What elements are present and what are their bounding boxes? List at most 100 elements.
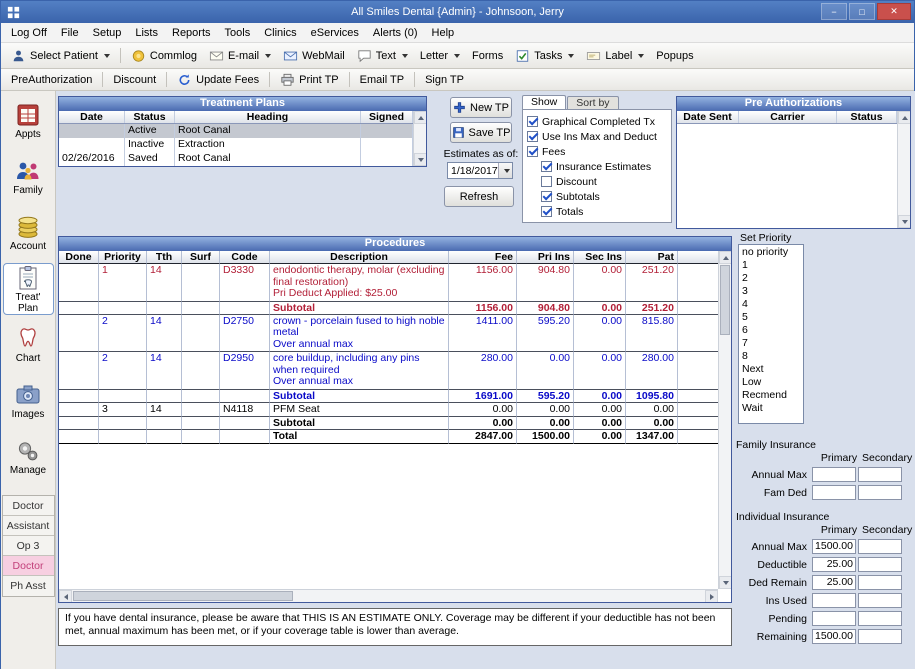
scroll-down-arrow[interactable] <box>719 576 732 589</box>
priority-option-next[interactable]: Next <box>739 363 803 376</box>
procedure-row[interactable]: 214D2750crown - porcelain fused to high … <box>59 315 718 353</box>
toolbar-button-commlog[interactable]: Commlog <box>125 47 203 65</box>
toolbar-button-webmail[interactable]: WebMail <box>277 47 351 65</box>
toolbar-button-label[interactable]: Label <box>580 47 650 65</box>
tab-sort-by[interactable]: Sort by <box>567 96 618 110</box>
checkbox-option-subtotals[interactable]: Subtotals <box>527 189 667 204</box>
column-header-pat[interactable]: Pat <box>626 251 678 264</box>
checkbox-icon[interactable] <box>541 161 552 172</box>
scroll-down-arrow[interactable] <box>898 215 911 228</box>
toolbar-button-discount[interactable]: Discount <box>107 72 162 88</box>
minimize-button[interactable]: − <box>821 3 847 20</box>
insurance-value-primary[interactable]: 25.00 <box>812 557 856 572</box>
priority-option-wait[interactable]: Wait <box>739 402 803 415</box>
estimates-date-picker[interactable]: 1/18/2017 <box>447 162 513 179</box>
insurance-value-primary[interactable]: 25.00 <box>812 575 856 590</box>
dropdown-arrow-icon[interactable] <box>265 54 271 58</box>
priority-option-3[interactable]: 3 <box>739 285 803 298</box>
menu-item-clinics[interactable]: Clinics <box>257 24 303 42</box>
total-row[interactable]: Total2847.001500.000.001347.00 <box>59 430 718 444</box>
priority-option-1[interactable]: 1 <box>739 259 803 272</box>
staff-button-ph-asst[interactable]: Ph Asst <box>3 576 54 596</box>
column-header-surf[interactable]: Surf <box>182 251 220 264</box>
dropdown-arrow-icon[interactable] <box>568 54 574 58</box>
column-header-tth[interactable]: Tth <box>147 251 182 264</box>
toolbar-button-letter[interactable]: Letter <box>414 48 466 64</box>
checkbox-icon[interactable] <box>527 146 538 157</box>
toolbar-button-email-tp[interactable]: Email TP <box>354 72 410 88</box>
column-header-heading[interactable]: Heading <box>175 111 361 123</box>
new-tp-button[interactable]: New TP <box>450 97 512 118</box>
checkbox-icon[interactable] <box>541 191 552 202</box>
save-tp-button[interactable]: Save TP <box>450 122 512 143</box>
checkbox-icon[interactable] <box>527 116 538 127</box>
menu-item-alerts-0[interactable]: Alerts (0) <box>366 24 425 42</box>
insurance-value-primary[interactable] <box>812 593 856 608</box>
checkbox-option-insurance-estimates[interactable]: Insurance Estimates <box>527 159 667 174</box>
menu-item-reports[interactable]: Reports <box>165 24 218 42</box>
checkbox-icon[interactable] <box>541 176 552 187</box>
staff-button-doctor[interactable]: Doctor <box>3 556 54 576</box>
sidebar-module-account[interactable]: Account <box>3 207 54 259</box>
priority-option-no-priority[interactable]: no priority <box>739 246 803 259</box>
toolbar-button-update-fees[interactable]: Update Fees <box>171 71 265 89</box>
column-header-date[interactable]: Date <box>59 111 125 123</box>
insurance-value-secondary[interactable] <box>858 467 902 482</box>
column-header-carrier[interactable]: Carrier <box>739 111 837 123</box>
toolbar-button-popups[interactable]: Popups <box>650 48 699 64</box>
toolbar-button-tasks[interactable]: Tasks <box>509 47 580 65</box>
treatment-plan-row[interactable]: ActiveRoot Canal <box>59 124 426 138</box>
procedure-row[interactable]: 114D3330endodontic therapy, molar (exclu… <box>59 264 718 302</box>
pre-authorizations-scrollbar[interactable] <box>897 111 910 228</box>
staff-button-doctor[interactable]: Doctor <box>3 496 54 516</box>
procedure-row[interactable]: 314N4118PFM Seat0.000.000.000.00 <box>59 403 718 418</box>
insurance-value-secondary[interactable] <box>858 485 902 500</box>
checkbox-option-graphical-completed-tx[interactable]: Graphical Completed Tx <box>527 114 667 129</box>
priority-option-8[interactable]: 8 <box>739 350 803 363</box>
close-button[interactable]: ✕ <box>877 3 911 20</box>
scrollbar-thumb[interactable] <box>720 265 730 335</box>
scroll-up-arrow[interactable] <box>898 111 911 124</box>
sidebar-module-images[interactable]: Images <box>3 375 54 427</box>
sidebar-module-family[interactable]: Family <box>3 151 54 203</box>
toolbar-button-print-tp[interactable]: Print TP <box>274 71 345 89</box>
toolbar-button-select-patient[interactable]: Select Patient <box>5 47 116 65</box>
scroll-left-arrow[interactable] <box>59 590 72 603</box>
toolbar-button-e-mail[interactable]: E-mail <box>203 47 277 65</box>
column-header-sec-ins[interactable]: Sec Ins <box>574 251 626 264</box>
column-header-fee[interactable]: Fee <box>449 251 517 264</box>
column-header-priority[interactable]: Priority <box>99 251 147 264</box>
procedures-horizontal-scrollbar[interactable] <box>59 589 718 602</box>
subtotal-row[interactable]: Subtotal1691.00595.200.001095.80 <box>59 390 718 403</box>
menu-item-file[interactable]: File <box>54 24 86 42</box>
insurance-value-secondary[interactable] <box>858 575 902 590</box>
column-header-signed[interactable]: Signed <box>361 111 413 123</box>
treatment-plans-scrollbar[interactable] <box>413 111 426 166</box>
treatment-plan-row[interactable]: 02/26/2016SavedRoot Canal <box>59 152 426 166</box>
dropdown-arrow-icon[interactable] <box>104 54 110 58</box>
column-header-status[interactable]: Status <box>837 111 897 123</box>
scroll-down-arrow[interactable] <box>414 153 427 166</box>
priority-option-low[interactable]: Low <box>739 376 803 389</box>
dropdown-arrow-icon[interactable] <box>638 54 644 58</box>
insurance-value-secondary[interactable] <box>858 593 902 608</box>
toolbar-button-preauthorization[interactable]: PreAuthorization <box>5 72 98 88</box>
sidebar-module-manage[interactable]: Manage <box>3 431 54 483</box>
toolbar-button-text[interactable]: Text <box>351 47 414 65</box>
scroll-up-arrow[interactable] <box>414 111 427 124</box>
insurance-value-secondary[interactable] <box>858 557 902 572</box>
sidebar-module-appts[interactable]: Appts <box>3 95 54 147</box>
priority-option-7[interactable]: 7 <box>739 337 803 350</box>
toolbar-button-forms[interactable]: Forms <box>466 48 509 64</box>
menu-item-tools[interactable]: Tools <box>218 24 258 42</box>
menu-item-help[interactable]: Help <box>425 24 462 42</box>
checkbox-option-discount[interactable]: Discount <box>527 174 667 189</box>
insurance-value-secondary[interactable] <box>858 629 902 644</box>
refresh-button[interactable]: Refresh <box>444 186 514 207</box>
checkbox-icon[interactable] <box>527 131 538 142</box>
insurance-value-secondary[interactable] <box>858 611 902 626</box>
scrollbar-thumb[interactable] <box>73 591 293 601</box>
scroll-up-arrow[interactable] <box>719 251 732 264</box>
staff-button-op-3[interactable]: Op 3 <box>3 536 54 556</box>
subtotal-row[interactable]: Subtotal0.000.000.000.00 <box>59 417 718 430</box>
